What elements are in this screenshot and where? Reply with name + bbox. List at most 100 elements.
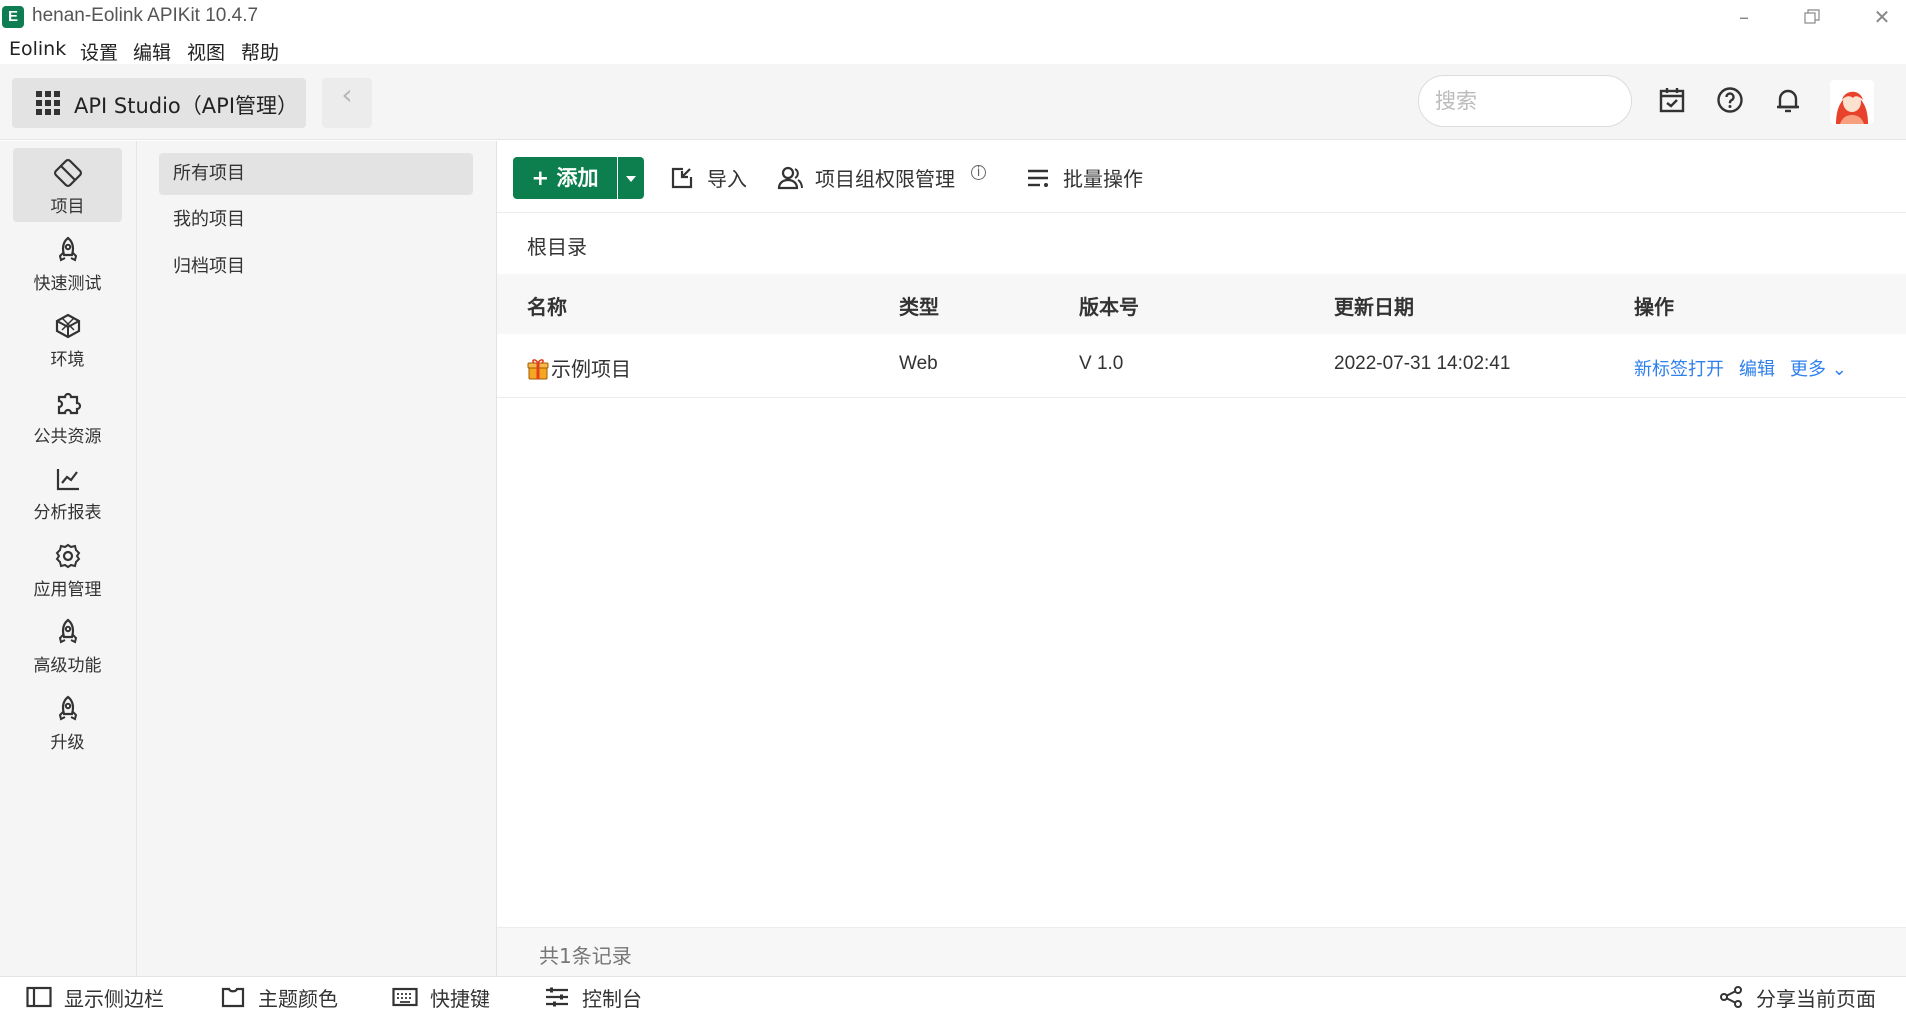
breadcrumb[interactable]: 根目录 (527, 231, 587, 260)
column-header-version[interactable]: 版本号 (1079, 291, 1139, 320)
more-actions-dropdown[interactable]: 更多 ⌄ (1790, 355, 1847, 381)
project-version-cell: V 1.0 (1079, 353, 1124, 374)
menu-eolink[interactable]: Eolink (9, 38, 66, 60)
info-icon[interactable]: i (971, 165, 986, 180)
apps-grid-icon (36, 91, 60, 115)
console-button[interactable]: 控制台 (544, 983, 664, 1011)
studio-switcher-button[interactable]: API Studio（API管理） (12, 78, 306, 128)
puzzle-icon (57, 392, 82, 415)
sliders-icon (546, 987, 568, 1007)
toolbar: + 添加 导入 项目组权限管理 i 批量操作 (497, 141, 1906, 213)
project-name-cell[interactable]: 示例项目 (527, 353, 631, 382)
batch-operation-button[interactable]: 批量操作 (1025, 161, 1155, 195)
share-page-button[interactable]: 分享当前页面 (1718, 983, 1898, 1011)
main-content: + 添加 导入 项目组权限管理 i 批量操作 根目录 名称 类型 版本号 更新日… (497, 141, 1906, 976)
app-window: E henan-Eolink APIKit 10.4.7 – ✕ Eolink … (0, 0, 1906, 1012)
rail-item-advanced[interactable]: 高级功能 (13, 607, 122, 681)
rail-item-analytics[interactable]: 分析报表 (13, 454, 122, 528)
group-permission-button[interactable]: 项目组权限管理 i (777, 161, 997, 195)
sidebar-icon (26, 986, 52, 1008)
app-header: API Studio（API管理） ‹ (0, 64, 1906, 140)
rail-label: 分析报表 (33, 503, 102, 523)
collapse-sidebar-button[interactable]: ‹ (322, 78, 372, 128)
rocket-icon (58, 236, 78, 262)
menu-help[interactable]: 帮助 (241, 38, 279, 65)
rail-label: 应用管理 (33, 580, 102, 600)
help-icon[interactable] (1714, 84, 1746, 116)
menu-settings[interactable]: 设置 (80, 38, 118, 65)
import-button[interactable]: 导入 (669, 161, 769, 195)
record-count: 共1条记录 (539, 944, 632, 968)
gift-icon (527, 359, 549, 380)
share-icon (1720, 986, 1742, 1008)
user-group-icon (777, 166, 803, 190)
calendar-check-icon[interactable] (1656, 84, 1688, 116)
theme-color-label: 主题颜色 (258, 987, 338, 1011)
rocket-icon (58, 695, 78, 721)
rail-item-public-resources[interactable]: 公共资源 (13, 378, 122, 452)
project-type-cell: Web (899, 353, 938, 374)
edit-link[interactable]: 编辑 (1739, 355, 1775, 381)
column-header-updated[interactable]: 更新日期 (1334, 291, 1414, 320)
group-permission-label: 项目组权限管理 (815, 167, 955, 191)
chart-icon (56, 469, 79, 491)
close-icon[interactable]: ✕ (1862, 2, 1902, 32)
rail-item-upgrade[interactable]: 升级 (13, 684, 122, 758)
status-bar: 显示侧边栏 主题颜色 快捷键 控制台 分享当前页面 (0, 976, 1906, 1012)
rail-item-app-management[interactable]: 应用管理 (13, 531, 122, 605)
shortcuts-button[interactable]: 快捷键 (392, 983, 512, 1011)
rail-item-project[interactable]: 项目 (13, 148, 122, 222)
title-bar: E henan-Eolink APIKit 10.4.7 – ✕ (0, 0, 1906, 34)
rail-label: 公共资源 (33, 427, 102, 447)
project-icon (54, 159, 82, 187)
search-input[interactable] (1418, 75, 1632, 127)
project-category-tree: 所有项目 我的项目 归档项目 (137, 141, 497, 976)
rocket-icon (58, 618, 78, 644)
open-in-new-tab-link[interactable]: 新标签打开 (1634, 355, 1724, 381)
record-count-bar: 共1条记录 (497, 927, 1906, 976)
app-logo-icon: E (2, 6, 24, 28)
column-header-type[interactable]: 类型 (899, 291, 939, 320)
add-button[interactable]: + 添加 (513, 157, 617, 199)
environment-icon (55, 313, 81, 339)
import-icon (671, 167, 693, 189)
import-label: 导入 (707, 167, 747, 191)
project-name: 示例项目 (551, 357, 631, 381)
menu-view[interactable]: 视图 (187, 38, 225, 65)
studio-label: API Studio（API管理） (74, 94, 299, 118)
project-updated-cell: 2022-07-31 14:02:41 (1334, 353, 1511, 374)
column-header-name[interactable]: 名称 (527, 291, 567, 320)
console-label: 控制台 (582, 987, 642, 1011)
shirt-icon (221, 987, 245, 1008)
toggle-sidebar-label: 显示侧边栏 (64, 987, 164, 1011)
theme-color-button[interactable]: 主题颜色 (220, 983, 360, 1011)
rail-label: 高级功能 (33, 656, 102, 676)
window-title: henan-Eolink APIKit 10.4.7 (32, 5, 259, 26)
menu-edit[interactable]: 编辑 (133, 38, 171, 65)
avatar[interactable] (1830, 80, 1874, 124)
gear-icon (55, 543, 81, 569)
tree-item-my-projects[interactable]: 我的项目 (159, 199, 473, 241)
minimize-icon[interactable]: – (1724, 2, 1764, 32)
column-header-actions: 操作 (1634, 295, 1674, 319)
bell-icon[interactable] (1772, 84, 1804, 116)
toggle-sidebar-button[interactable]: 显示侧边栏 (26, 983, 176, 1011)
rail-label: 环境 (50, 350, 85, 370)
menu-bar: Eolink 设置 编辑 视图 帮助 (0, 34, 1906, 64)
tree-item-all-projects[interactable]: 所有项目 (159, 153, 473, 195)
list-icon (1028, 169, 1048, 187)
module-rail: 项目 快速测试 环境 公共资源 分析报表 应用管理 高级功能 升级 (0, 141, 137, 976)
rail-item-environment[interactable]: 环境 (13, 301, 122, 375)
table-header: 名称 类型 版本号 更新日期 操作 (497, 274, 1906, 334)
rail-item-quick-test[interactable]: 快速测试 (13, 225, 122, 299)
rail-label: 项目 (50, 197, 85, 217)
share-page-label: 分享当前页面 (1756, 987, 1876, 1011)
batch-operation-label: 批量操作 (1063, 167, 1143, 191)
tree-item-archived-projects[interactable]: 归档项目 (159, 246, 473, 288)
keyboard-icon (392, 987, 418, 1007)
rail-label: 升级 (50, 733, 85, 753)
restore-icon[interactable] (1792, 2, 1832, 32)
shortcuts-label: 快捷键 (430, 987, 490, 1011)
table-row[interactable]: 示例项目 Web V 1.0 2022-07-31 14:02:41 新标签打开… (497, 334, 1906, 398)
add-dropdown-button[interactable] (618, 157, 644, 199)
